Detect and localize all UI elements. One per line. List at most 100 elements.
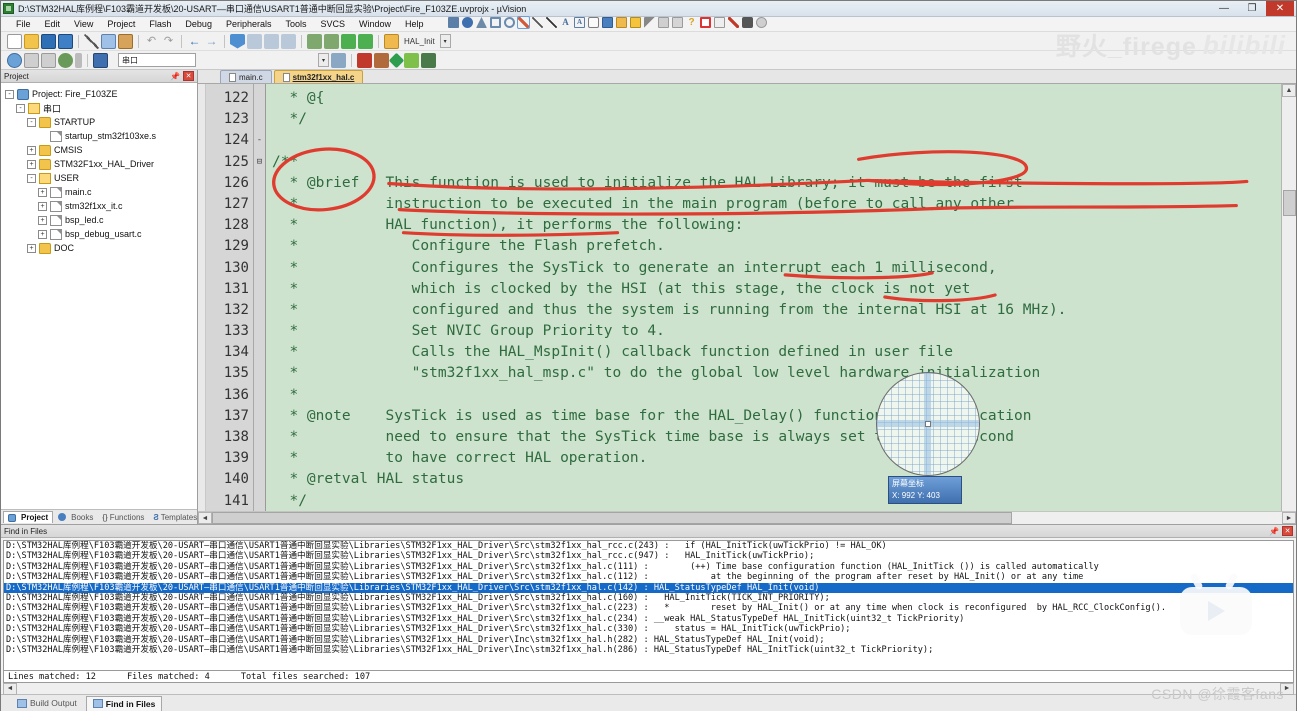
code-line[interactable]: * [266,385,1281,406]
configure-icon[interactable] [388,52,405,68]
uncomment-icon[interactable] [358,33,373,49]
tree-item[interactable]: - USER [5,171,197,185]
code-line[interactable]: * @retval HAL status [266,469,1281,490]
tree-item[interactable]: - 串口 [5,101,197,115]
build-toolbar[interactable]: 串口 ▾ [1,51,1296,70]
bookmark-prev-icon[interactable] [247,33,262,49]
window-controls[interactable]: — ❐ ✕ [1210,1,1294,16]
tree-item[interactable]: + CMSIS [5,143,197,157]
tree-item[interactable]: + DOC [5,241,197,255]
fold-marker[interactable]: - [254,130,265,151]
tree-item[interactable]: + STM32F1xx_HAL_Driver [5,157,197,171]
bookmark-next-icon[interactable] [264,33,279,49]
code-line[interactable]: * configured and thus the system is runn… [266,300,1281,321]
new-file-icon[interactable] [7,33,22,49]
code-line[interactable]: * @note SysTick is used as time base for… [266,406,1281,427]
stop-build-icon[interactable] [75,52,82,68]
pack-installer-icon[interactable] [374,52,389,68]
expand-icon[interactable]: + [27,243,36,253]
tab-find-in-files[interactable]: Find in Files [85,695,163,711]
build-icon[interactable] [24,52,39,68]
menu-item-view[interactable]: View [67,19,100,29]
scroll-right-arrow-icon[interactable]: ► [1282,512,1296,524]
expand-icon[interactable]: + [27,159,36,169]
find-result-row[interactable]: D:\STM32HAL库例程\F103霸道开发板\20-USART—串口通信\U… [4,635,1293,645]
target-dropdown-caret[interactable]: ▾ [439,34,451,48]
pin-icon[interactable]: 📌 [170,72,180,81]
code-folding-gutter[interactable]: - ⊟ [254,84,266,511]
find-result-row[interactable]: D:\STM32HAL库例程\F103霸道开发板\20-USART—串口通信\U… [4,593,1293,603]
callout-icon[interactable] [588,17,599,28]
rectangle-filled-icon[interactable] [448,17,459,28]
tree-item[interactable]: + bsp_led.c [5,213,197,227]
stamp-icon[interactable] [616,17,627,28]
scroll-left-arrow-icon[interactable]: ◄ [3,682,17,695]
maximize-button[interactable]: ❐ [1238,1,1266,16]
code-line[interactable]: * HAL function), it performs the followi… [266,215,1281,236]
find-result-row[interactable]: D:\STM32HAL库例程\F103霸道开发板\20-USART—串口通信\U… [4,614,1293,624]
arrow-icon[interactable] [546,17,557,28]
menu-item-flash[interactable]: Flash [142,19,178,29]
batch-build-icon[interactable] [58,52,73,68]
target-select-caret[interactable]: ▾ [318,53,329,67]
code-line[interactable]: * Calls the HAL_MspInit() callback funct… [266,342,1281,363]
code-line[interactable]: * to have correct HAL operation. [266,448,1281,469]
blur-icon[interactable] [658,17,669,28]
tree-item[interactable]: - Project: Fire_F103ZE [5,87,197,101]
code-line[interactable]: * need to ensure that the SysTick time b… [266,427,1281,448]
project-tree[interactable]: - Project: Fire_F103ZE - 串口 - STARTUP startup_… [1,83,197,509]
tree-item[interactable]: - STARTUP [5,115,197,129]
expand-icon[interactable]: + [38,215,47,225]
camera-icon[interactable] [742,17,753,28]
collapse-icon[interactable]: - [16,103,25,113]
project-panel-tabs[interactable]: Project Books {} Functions Ϩ Templates [1,509,197,524]
menu-item-debug[interactable]: Debug [178,19,219,29]
comment-icon[interactable] [341,33,356,49]
project-tab-project[interactable]: Project [3,511,54,523]
run-to-main-icon[interactable] [404,52,419,68]
save-icon[interactable] [41,33,56,49]
code-line[interactable]: */ [266,109,1281,130]
tab-build-output[interactable]: Build Output [11,696,83,710]
target-select[interactable]: 串口 [118,53,196,67]
code-line[interactable]: * "stm32f1xx_hal_msp.c" to do the global… [266,363,1281,384]
close-icon[interactable]: ✕ [183,71,194,81]
translate-icon[interactable] [7,52,22,68]
tree-item[interactable]: startup_stm32f103xe.s [5,129,197,143]
menu-item-svcs[interactable]: SVCS [314,19,353,29]
main-toolbar[interactable]: ↶ ↷ ← → HAL_Init ▾ [1,32,1296,51]
horizontal-scroll-thumb[interactable] [212,512,1012,524]
numbering-icon[interactable] [602,17,613,28]
expand-icon[interactable]: + [38,229,47,239]
edit-icon[interactable] [714,17,725,28]
fold-marker[interactable]: ⊟ [254,152,265,173]
find-in-files-horizontal-scrollbar[interactable]: ◄ ► [3,682,1294,695]
editor-tabs[interactable]: main.c stm32f1xx_hal.c [198,70,1296,84]
code-line[interactable] [266,130,1281,151]
menu-item-file[interactable]: File [9,19,38,29]
tree-item[interactable]: + stm32f1xx_it.c [5,199,197,213]
rectangle-outline-icon[interactable] [490,17,501,28]
menu-item-peripherals[interactable]: Peripherals [219,19,279,29]
open-project-icon[interactable] [384,33,399,49]
expand-icon[interactable]: + [38,201,47,211]
cut-icon[interactable] [84,33,99,49]
manage-components-icon[interactable] [357,52,372,68]
editor-vertical-scrollbar[interactable]: ▲ [1281,84,1296,511]
find-result-row[interactable]: D:\STM32HAL库例程\F103霸道开发板\20-USART—串口通信\U… [4,572,1293,582]
expand-icon[interactable]: + [27,145,36,155]
find-result-row[interactable]: D:\STM32HAL库例程\F103霸道开发板\20-USART—串口通信\U… [4,582,1293,593]
pen-tool-icon[interactable] [517,16,530,29]
collapse-icon[interactable]: - [27,173,36,183]
project-tab-templates[interactable]: Ϩ Templates [149,512,201,523]
target-options-icon[interactable] [93,52,108,68]
menu-item-edit[interactable]: Edit [38,19,68,29]
find-result-row[interactable]: D:\STM32HAL库例程\F103霸道开发板\20-USART—串口通信\U… [4,603,1293,613]
rebuild-icon[interactable] [41,52,56,68]
scroll-up-arrow-icon[interactable]: ▲ [1282,84,1296,97]
find-result-row[interactable]: D:\STM32HAL库例程\F103霸道开发板\20-USART—串口通信\U… [4,541,1293,551]
expand-icon[interactable]: + [38,187,47,197]
code-line[interactable]: * which is clocked by the HSI (at this s… [266,279,1281,300]
menu-item-project[interactable]: Project [100,19,142,29]
editor-horizontal-scrollbar[interactable]: ◄ ► [198,511,1296,524]
